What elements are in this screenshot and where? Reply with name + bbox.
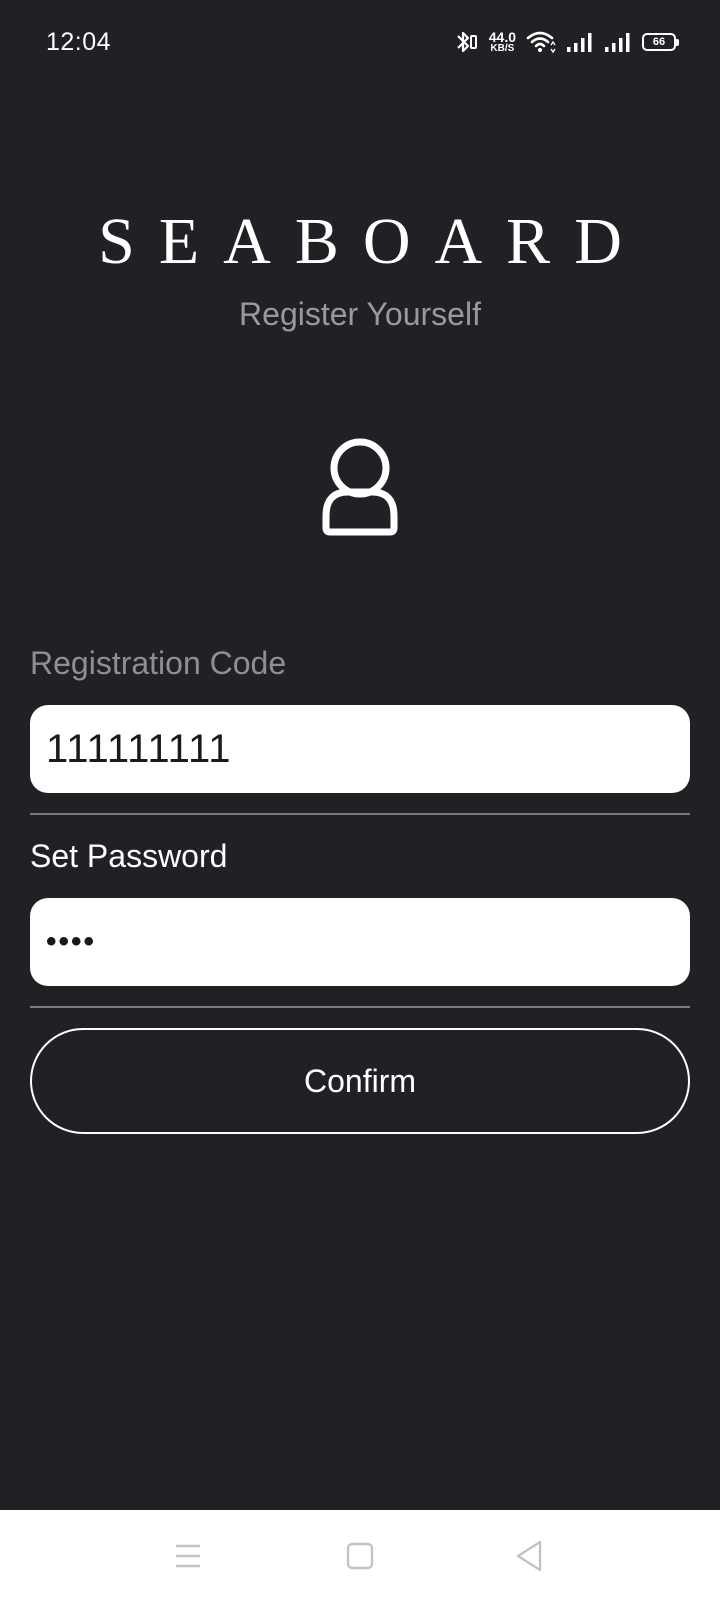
divider	[30, 1006, 690, 1008]
registration-code-input[interactable]: 111111111	[30, 705, 690, 793]
wifi-icon	[526, 30, 556, 54]
signal-icon	[566, 31, 594, 53]
net-speed: 44.0 KB/S	[489, 30, 516, 54]
registration-code-label: Registration Code	[30, 645, 287, 681]
set-password-label: Set Password	[30, 838, 228, 874]
status-bar: 12:04 44.0 KB/S 66	[0, 0, 720, 88]
menu-icon[interactable]	[166, 1534, 210, 1578]
registration-code-value: 111111111	[46, 726, 232, 771]
password-masked-value: ••••	[46, 925, 97, 958]
password-input[interactable]: ••••	[30, 898, 690, 986]
net-speed-unit: KB/S	[490, 43, 515, 54]
user-avatar-icon	[312, 436, 408, 538]
status-icons: 44.0 KB/S 66	[455, 26, 679, 58]
battery-icon: 66	[642, 33, 679, 51]
back-icon[interactable]	[508, 1534, 552, 1578]
home-icon[interactable]	[338, 1534, 382, 1578]
bluetooth-icon	[455, 29, 479, 55]
net-speed-value: 44.0	[488, 29, 516, 45]
confirm-button[interactable]: Confirm	[30, 1028, 690, 1134]
confirm-button-label: Confirm	[303, 1062, 416, 1099]
battery-level: 66	[652, 36, 666, 48]
registration-screen: 12:04 44.0 KB/S 66 SEABOARD Register You…	[0, 0, 720, 1600]
brand-title: SEABOARD	[98, 205, 646, 278]
signal-icon	[604, 31, 632, 53]
status-time: 12:04	[46, 28, 112, 56]
brand-subtitle: Register Yourself	[239, 296, 481, 332]
divider	[30, 813, 690, 815]
navigation-bar	[0, 1510, 720, 1600]
